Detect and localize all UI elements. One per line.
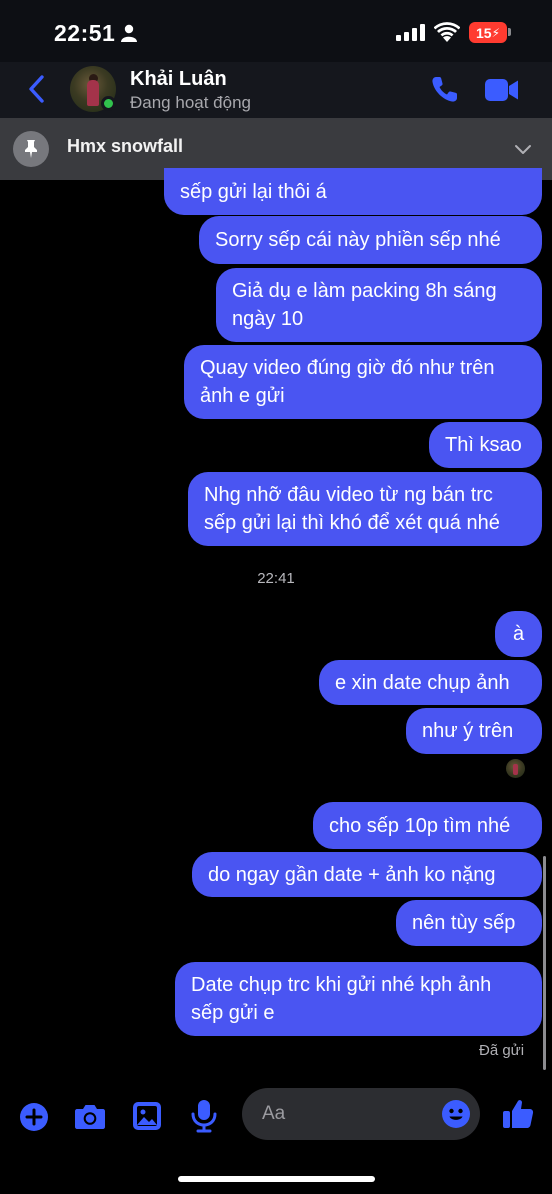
- message-bubble[interactable]: Nhg nhỡ đâu video từ ng bán trc sếp gửi …: [188, 472, 542, 546]
- message-text: Thì ksao: [445, 434, 522, 456]
- online-indicator: [101, 96, 116, 111]
- message-text: Quay video đúng giờ đó như trên: [200, 357, 495, 379]
- message-bubble[interactable]: Quay video đúng giờ đó như trên ảnh e gử…: [184, 345, 542, 419]
- pin-badge: [13, 131, 49, 167]
- message-bubble[interactable]: Date chụp trc khi gửi nhé kph ảnh sếp gử…: [175, 962, 542, 1036]
- message-text: Sorry sếp cái này phiền sếp nhé: [215, 229, 501, 251]
- message-bubble[interactable]: à: [495, 611, 542, 657]
- message-text: do ngay gần date + ảnh ko nặng: [208, 863, 496, 886]
- message-bubble[interactable]: Sorry sếp cái này phiền sếp nhé: [199, 216, 542, 264]
- image-icon[interactable]: [132, 1101, 162, 1131]
- camera-icon[interactable]: [74, 1102, 106, 1130]
- delivery-status: Đã gửi: [479, 1042, 525, 1059]
- message-bubble[interactable]: e xin date chụp ảnh: [319, 660, 542, 705]
- plus-icon[interactable]: [19, 1102, 49, 1132]
- timestamp: 22:41: [257, 570, 295, 587]
- message-text: ngày 10: [232, 308, 304, 330]
- message-text: cho sếp 10p tìm nhé: [329, 814, 511, 837]
- read-receipt-avatar: [506, 759, 525, 778]
- status-bar: 22:51 15 ⚡: [0, 0, 552, 62]
- chevron-down-icon[interactable]: [514, 142, 532, 156]
- wifi-icon: [434, 22, 460, 42]
- signal-icon: [396, 24, 425, 41]
- message-bubble[interactable]: do ngay gần date + ảnh ko nặng: [192, 852, 542, 897]
- phone-icon[interactable]: [430, 74, 460, 104]
- contact-name[interactable]: Khải Luân: [130, 68, 227, 91]
- microphone-icon[interactable]: [190, 1099, 218, 1133]
- scrollbar[interactable]: [543, 856, 546, 1070]
- message-text: Date chụp trc khi gửi nhé kph ảnh: [191, 974, 492, 996]
- thumbs-up-icon[interactable]: [502, 1098, 534, 1130]
- message-text: như ý trên: [422, 720, 514, 742]
- message-text: Nhg nhỡ đâu video từ ng bán trc: [204, 484, 493, 506]
- message-text: ảnh e gửi: [200, 385, 285, 407]
- message-text: e xin date chụp ảnh: [335, 671, 510, 694]
- message-text: sếp gửi lại thì khó để xét quá nhé: [204, 512, 500, 534]
- status-time: 22:51: [54, 20, 116, 46]
- message-input-placeholder: Aa: [262, 1103, 286, 1124]
- message-text: Giả dụ e làm packing 8h sáng: [232, 280, 497, 302]
- message-bubble[interactable]: nên tùy sếp: [396, 900, 542, 946]
- message-text: sếp gửi e: [191, 1002, 275, 1024]
- emoji-icon[interactable]: [441, 1099, 471, 1129]
- message-bubble[interactable]: như ý trên: [406, 708, 542, 754]
- person-icon: [121, 24, 137, 42]
- home-indicator: [178, 1176, 375, 1182]
- pinned-title: Hmx snowfall: [67, 136, 184, 156]
- battery-tip: [508, 28, 511, 36]
- message-bubble[interactable]: Thì ksao: [429, 422, 542, 468]
- message-bubble[interactable]: Giả dụ e làm packing 8h sáng ngày 10: [216, 268, 542, 342]
- message-text: sếp gửi lại thôi á: [180, 180, 327, 203]
- pin-icon: [25, 140, 37, 158]
- presence-status: Đang hoạt động: [130, 93, 251, 112]
- back-icon[interactable]: [26, 74, 48, 104]
- message-text: nên tùy sếp: [412, 912, 516, 934]
- message-bubble[interactable]: sếp gửi lại thôi á: [164, 168, 542, 215]
- conversation-header: Khải Luân Đang hoạt động: [0, 62, 552, 118]
- battery-level: 15: [475, 24, 492, 41]
- video-call-icon[interactable]: [484, 77, 520, 103]
- battery-icon: 15 ⚡: [469, 22, 507, 43]
- message-bubble[interactable]: cho sếp 10p tìm nhé: [313, 802, 542, 849]
- message-text: à: [512, 623, 525, 645]
